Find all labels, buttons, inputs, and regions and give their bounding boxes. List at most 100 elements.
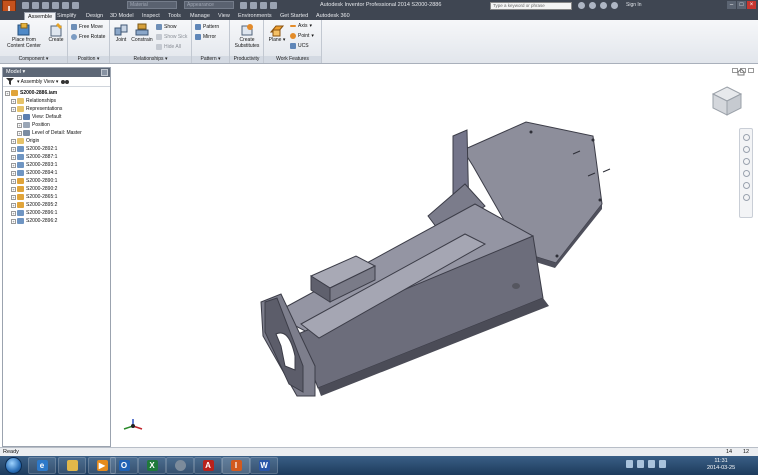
acrobat-icon[interactable]: A [194,457,222,474]
tab-manage[interactable]: Manage [190,12,210,20]
undo-icon[interactable] [52,2,59,9]
component-group-label[interactable]: Component ▾ [0,56,67,63]
browser-tree-item[interactable]: + Position [3,121,110,129]
open-icon[interactable] [32,2,39,9]
tray-power-icon[interactable] [659,460,666,468]
mirror-button[interactable]: Mirror [195,34,216,40]
tab-get-started[interactable]: Get Started [280,12,308,20]
tab-environments[interactable]: Environments [238,12,272,20]
file-explorer-icon[interactable] [58,457,86,474]
home-icon[interactable] [72,2,79,9]
graphics-viewport[interactable] [113,66,758,447]
material-combo[interactable]: Material [127,1,177,9]
start-button[interactable] [5,457,22,474]
expand-toggle-icon[interactable]: + [11,162,16,168]
tray-network-icon[interactable] [637,460,644,468]
tab-3d-model[interactable]: 3D Model [110,12,134,20]
free-move-button[interactable]: Free Move [71,24,103,30]
ucs-button[interactable]: UCS [290,43,309,49]
tray-volume-icon[interactable] [648,460,655,468]
internet-explorer-icon[interactable]: e [28,457,56,474]
communication-icon[interactable] [600,2,607,9]
expand-toggle-icon[interactable]: + [11,210,16,216]
appearance-combo[interactable]: Appearance [184,1,234,9]
pattern-group-label[interactable]: Pattern ▾ [192,56,229,63]
browser-tree-item[interactable]: + S2000-2892:1 [3,145,110,153]
show-sick-button[interactable]: Show Sick [156,34,187,40]
tray-flag-icon[interactable] [626,460,633,468]
expand-toggle-icon[interactable]: + [17,130,22,136]
measure-icon[interactable] [240,2,247,9]
tab-inspect[interactable]: Inspect [142,12,160,20]
tab-simplify[interactable]: Simplify [57,12,76,20]
pan-icon[interactable] [742,146,750,153]
expand-toggle-icon[interactable]: + [11,218,16,224]
viewcube[interactable] [710,84,744,118]
browser-tree-item[interactable]: + Representations [3,105,110,113]
expand-toggle-icon[interactable]: + [11,202,16,208]
position-group-label[interactable]: Position ▾ [68,56,109,63]
word-icon[interactable]: W [250,457,278,474]
axis-button[interactable]: Axis ▾ [290,23,312,29]
orbit-icon[interactable] [742,170,750,177]
hide-all-button[interactable]: Hide All [156,44,181,50]
subscription-icon[interactable] [589,2,596,9]
point-button[interactable]: Point ▾ [290,33,314,39]
excel-icon[interactable]: X [138,457,166,474]
browser-tree-item[interactable]: + S2000-2890:2 [3,185,110,193]
sign-in-link[interactable]: Sign In [626,2,642,8]
tab-view[interactable]: View [218,12,230,20]
free-rotate-button[interactable]: Free Rotate [71,34,105,40]
browser-tree-item[interactable]: + View: Default [3,113,110,121]
expand-toggle-icon[interactable]: + [11,98,16,104]
tab-tools[interactable]: Tools [168,12,181,20]
expand-toggle-icon[interactable]: + [11,178,16,184]
browser-tree-item[interactable]: + S2000-2893:1 [3,161,110,169]
home-view-icon[interactable] [737,68,745,76]
browser-tree-item[interactable]: + S2000-2896:1 [3,209,110,217]
create-substitutes-button[interactable]: Create Substitutes [231,23,263,49]
expand-toggle-icon[interactable]: + [17,114,22,120]
browser-tree-item[interactable]: + S2000-2894:1 [3,169,110,177]
inventor-icon[interactable]: I [222,457,250,474]
show-button[interactable]: Show [156,24,177,30]
browser-menu-button[interactable] [101,69,108,76]
joint-button[interactable]: Joint [112,23,130,44]
zoom-icon[interactable] [742,158,750,165]
clock[interactable]: 11:31 2014-03-25 [707,458,735,472]
expand-toggle-icon[interactable]: + [11,186,16,192]
steering-wheel-icon[interactable] [742,134,750,141]
browser-tree-item[interactable]: + Origin [3,137,110,145]
filter-icon[interactable] [6,78,14,85]
browser-tree-item[interactable]: + S2000-2886.iam [3,89,110,97]
tab-assemble[interactable]: Assemble [24,12,57,20]
chrome-icon[interactable] [166,457,194,474]
redo-icon[interactable] [62,2,69,9]
place-from-content-center-button[interactable]: Place from Content Center [4,23,44,49]
tab-autodesk-360[interactable]: Autodesk 360 [316,12,350,20]
browser-tree-item[interactable]: + Level of Detail: Master [3,129,110,137]
outlook-icon[interactable]: O [110,457,138,474]
navbar-options-icon[interactable] [742,194,750,201]
browser-tree-item[interactable]: + S2000-2890:1 [3,177,110,185]
constrain-button[interactable]: Constrain [130,23,154,44]
browser-tree-item[interactable]: + S2000-2865:1 [3,193,110,201]
create-component-button[interactable]: Create [46,23,66,44]
minimize-button[interactable]: – [727,1,736,9]
binoculars-icon[interactable] [61,78,70,85]
browser-tree-item[interactable]: + Relationships [3,97,110,105]
relationships-group-label[interactable]: Relationships ▾ [110,56,191,63]
look-at-icon[interactable] [742,182,750,189]
select-icon[interactable] [250,2,257,9]
update-icon[interactable] [260,2,267,9]
tab-design[interactable]: Design [86,12,103,20]
expand-toggle-icon[interactable]: + [11,154,16,160]
star-icon[interactable] [611,2,618,9]
dropdown-icon[interactable] [270,2,277,9]
expand-toggle-icon[interactable]: + [11,194,16,200]
browser-title[interactable]: Model [6,69,21,75]
expand-toggle-icon[interactable]: + [11,146,16,152]
pattern-button[interactable]: Pattern [195,24,219,30]
expand-toggle-icon[interactable]: + [11,138,16,144]
browser-tree-item[interactable]: + S2000-2896:2 [3,217,110,225]
